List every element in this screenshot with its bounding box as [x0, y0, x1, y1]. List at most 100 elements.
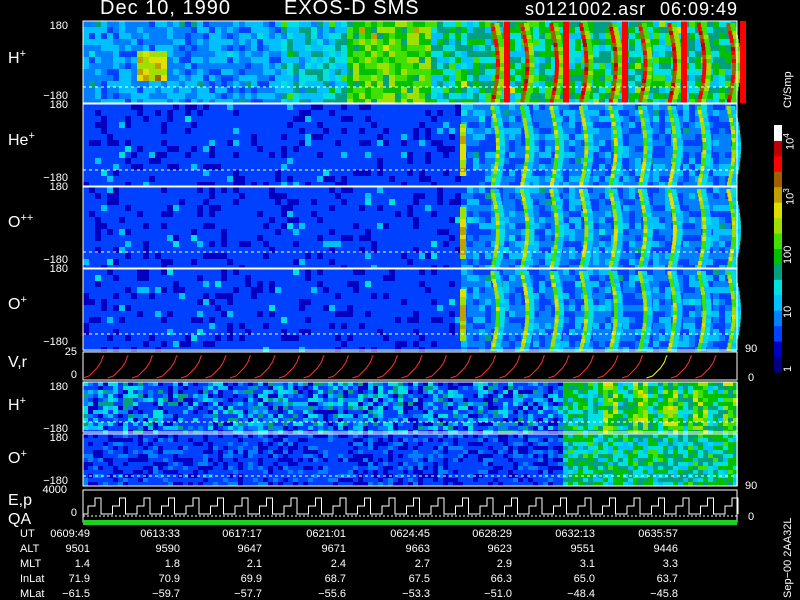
heat-cell: [539, 93, 545, 99]
heat-cell: [221, 211, 227, 217]
heat-cell: [221, 235, 227, 241]
heat-cell: [719, 51, 725, 57]
heat-cell: [293, 27, 299, 33]
stripe-cell: [646, 130, 652, 134]
stripe-cell: [528, 130, 534, 134]
heat-cell: [695, 75, 701, 81]
heat-cell: [263, 134, 269, 140]
heat-cell: [383, 211, 389, 217]
heat-cell: [323, 229, 329, 235]
heat-cell: [365, 45, 371, 51]
heat-cell: [185, 199, 191, 205]
heat-cell: [269, 158, 275, 164]
heat-cell: [401, 81, 407, 87]
heat-cell: [377, 69, 383, 75]
heat-cell: [545, 93, 551, 99]
heat-cell: [599, 93, 605, 99]
heat-cell: [713, 164, 719, 170]
heat-cell: [101, 116, 107, 122]
heat-cell: [599, 140, 605, 146]
heat-cell: [245, 69, 251, 75]
stripe-cell: [704, 126, 710, 130]
heat-cell: [143, 199, 149, 205]
heat-cell: [143, 211, 149, 217]
heat-cell: [347, 134, 353, 140]
stripe-cell: [646, 158, 652, 162]
heat-cell: [545, 223, 551, 229]
heat-cell: [389, 158, 395, 164]
heat-cell: [107, 81, 113, 87]
heat-cell: [203, 134, 209, 140]
stripe-cell: [496, 31, 502, 35]
heat-cell: [275, 229, 281, 235]
heat-cell: [359, 93, 365, 99]
heat-cell: [101, 21, 107, 27]
heat-cell: [197, 27, 203, 33]
heat-cell: [329, 259, 335, 265]
heat-cell: [203, 27, 209, 33]
heat-cell: [713, 176, 719, 182]
heat-cell: [383, 241, 389, 247]
heat-cell: [485, 259, 491, 265]
heat-cell: [401, 122, 407, 128]
stripe-cell: [644, 87, 650, 91]
heat-cell: [425, 235, 431, 241]
heat-cell: [185, 176, 191, 182]
stripe-cell: [529, 154, 535, 158]
heat-cell: [161, 241, 167, 247]
heat-cell: [347, 235, 353, 241]
heat-cell: [353, 211, 359, 217]
heat-cell: [359, 176, 365, 182]
heat-cell: [305, 199, 311, 205]
stripe-cell: [615, 39, 621, 43]
heat-cell: [215, 211, 221, 217]
heat-cell: [323, 57, 329, 63]
stripe-cell: [672, 51, 677, 55]
stripe-cell: [640, 87, 645, 91]
heat-cell: [689, 75, 695, 81]
stripe-cell: [667, 182, 672, 186]
heat-cell: [485, 116, 491, 122]
heat-cell: [197, 253, 203, 259]
heat-cell: [185, 140, 191, 146]
heat-cell: [539, 217, 545, 223]
heat-cell: [473, 93, 479, 99]
heat-cell: [131, 128, 137, 134]
heat-cell: [101, 259, 107, 265]
heat-cell: [347, 87, 353, 93]
stripe-cell: [699, 91, 704, 95]
heat-cell: [713, 87, 719, 93]
heat-cell: [275, 27, 281, 33]
heat-cell: [461, 259, 467, 265]
stripe-cell: [674, 39, 680, 43]
heat-cell: [293, 146, 299, 152]
stripe-cell: [587, 134, 593, 138]
heat-cell: [83, 116, 89, 122]
stripe-cell: [558, 146, 564, 150]
heat-cell: [221, 146, 227, 152]
heat-cell: [365, 57, 371, 63]
heat-cell: [89, 57, 95, 63]
heat-cell: [335, 229, 341, 235]
stripe-cell: [613, 71, 618, 75]
heat-cell: [359, 122, 365, 128]
heat-cell: [155, 253, 161, 259]
heat-cell: [359, 235, 365, 241]
heat-cell: [437, 87, 443, 93]
heat-cell: [473, 63, 479, 69]
heat-cell: [245, 140, 251, 146]
heat-cell: [329, 176, 335, 182]
heat-cell: [119, 122, 125, 128]
heat-cell: [575, 128, 581, 134]
heat-cell: [281, 63, 287, 69]
heat-cell: [107, 33, 113, 39]
heat-cell: [683, 116, 689, 122]
heat-cell: [239, 87, 245, 93]
heat-cell: [251, 51, 257, 57]
heat-cell: [263, 21, 269, 27]
heat-cell: [107, 211, 113, 217]
heat-cell: [485, 69, 491, 75]
heat-cell: [575, 33, 581, 39]
heat-cell: [317, 110, 323, 116]
heat-cell: [695, 81, 701, 87]
